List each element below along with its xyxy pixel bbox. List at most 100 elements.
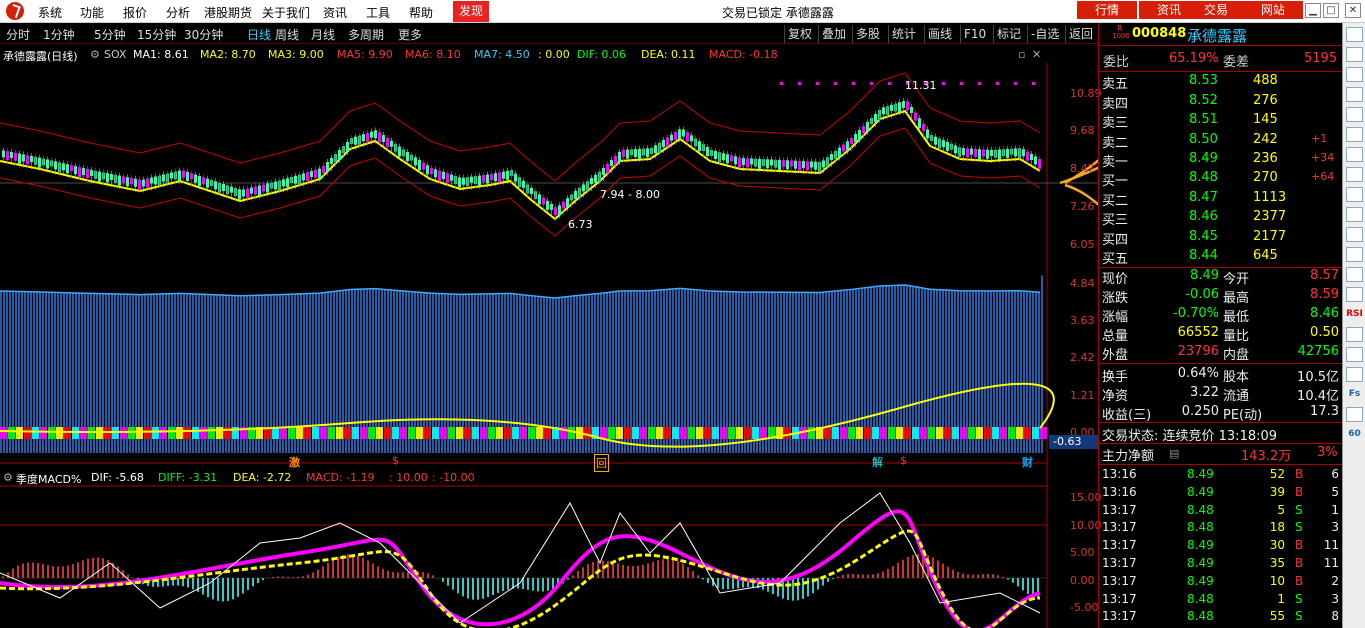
macd-bar [32, 562, 34, 578]
sidebar-tool-icon[interactable] [1346, 247, 1363, 262]
menu-discover[interactable]: 发现 [453, 1, 490, 22]
macd-bar [332, 559, 334, 578]
bid-row[interactable]: 买四 8.45 2177 [1099, 229, 1343, 248]
stat-value: 0.250 [1181, 404, 1219, 419]
tick-row[interactable]: 13:17 8.48 55 S 8 [1099, 609, 1343, 627]
ask-row[interactable]: 卖三 8.51 145 [1099, 112, 1343, 131]
sidebar-tool-icon[interactable] [1346, 207, 1363, 222]
tick-volume: 5 [1277, 502, 1285, 517]
ask-row[interactable]: 卖一 8.49 236 +34 [1099, 151, 1343, 170]
bid-row[interactable]: 买二 8.47 1113 [1099, 190, 1343, 209]
menu-hk-futures[interactable]: 港股期货 [204, 4, 252, 21]
stat-row: 换手 0.64% 股本 10.5亿 [1099, 366, 1343, 385]
sidebar-tool-icon[interactable] [1346, 227, 1363, 242]
minimize-icon[interactable]: ▁ [1305, 3, 1321, 18]
btn-website[interactable]: 网站 [1243, 1, 1303, 19]
tick-row[interactable]: 13:17 8.48 1 S 3 [1099, 592, 1343, 610]
tick-row[interactable]: 13:17 8.49 35 B 11 [1099, 556, 1343, 574]
tick-row[interactable]: 13:17 8.49 10 B 2 [1099, 574, 1343, 592]
sidebar-tool-icon[interactable]: 60 [1346, 427, 1363, 442]
ask-row[interactable]: 卖二 8.50 242 +1 [1099, 132, 1343, 151]
sub-ind-a: : 10.00 [389, 471, 428, 484]
kline-chart[interactable] [0, 23, 1098, 628]
macd-bar [692, 571, 694, 578]
ask-volume: 488 [1253, 73, 1278, 88]
signal-dot [978, 82, 981, 85]
bid-row[interactable]: 买一 8.48 270 +64 [1099, 170, 1343, 189]
menu-function[interactable]: 功能 [80, 4, 104, 21]
sidebar-tool-icon[interactable] [1346, 407, 1363, 422]
bid-row[interactable]: 买五 8.44 645 [1099, 248, 1343, 267]
macd-bar [957, 571, 959, 578]
btn-market[interactable]: 行情 [1077, 1, 1137, 19]
menu-tools[interactable]: 工具 [366, 4, 390, 21]
macd-bar [407, 571, 409, 578]
sub-ind-dea: DEA: -2.72 [233, 471, 292, 484]
sidebar-tool-icon[interactable] [1346, 47, 1363, 62]
tick-count: 5 [1331, 484, 1339, 499]
macd-bar [427, 573, 429, 578]
macd-bar [22, 563, 24, 578]
marker-dollar[interactable]: $ [392, 454, 399, 467]
tick-row[interactable]: 13:17 8.48 5 S 1 [1099, 503, 1343, 521]
macd-bar [442, 578, 444, 582]
menu-info[interactable]: 资讯 [323, 4, 347, 21]
macd-bar [367, 560, 369, 578]
tick-row[interactable]: 13:16 8.49 52 B 6 [1099, 467, 1343, 485]
bid-label: 买五 [1102, 252, 1129, 267]
sidebar-tool-icon[interactable] [1346, 347, 1363, 362]
tick-row[interactable]: 13:17 8.48 18 S 3 [1099, 520, 1343, 538]
r-badge-sub: 1000 [1112, 32, 1130, 40]
maximize-icon[interactable]: □ [1323, 3, 1339, 18]
tick-side: S [1295, 520, 1303, 535]
signal-strip [176, 427, 183, 439]
stat-label: 收益(三) [1102, 408, 1152, 423]
sidebar-tool-icon[interactable] [1346, 267, 1363, 282]
sidebar-tool-icon[interactable] [1346, 187, 1363, 202]
sidebar-tool-icon[interactable]: Fs [1346, 387, 1363, 402]
macd-bar [547, 578, 549, 591]
close-icon[interactable]: ✕ [1345, 3, 1361, 18]
menu-analysis[interactable]: 分析 [166, 4, 190, 21]
signal-strip [192, 427, 199, 439]
tick-side: B [1295, 538, 1304, 553]
sub-ind-dif: DIF: -5.68 [91, 471, 144, 484]
signal-strip [704, 427, 711, 439]
btn-trade[interactable]: 交易 [1186, 1, 1246, 19]
sidebar-tool-icon[interactable] [1346, 167, 1363, 182]
tick-row[interactable]: 13:16 8.49 39 B 5 [1099, 485, 1343, 503]
menu-about[interactable]: 关于我们 [262, 4, 310, 21]
sidebar-tool-icon[interactable] [1346, 367, 1363, 382]
sidebar-tool-icon[interactable] [1346, 87, 1363, 102]
sidebar-tool-icon[interactable]: RSI [1346, 307, 1363, 322]
sidebar-tool-icon[interactable] [1346, 27, 1363, 42]
sidebar-tool-icon[interactable] [1346, 127, 1363, 142]
sidebar-tool-icon[interactable] [1346, 147, 1363, 162]
macd-bar [27, 562, 29, 578]
signal-strip [864, 427, 871, 439]
ask-row[interactable]: 卖四 8.52 276 [1099, 93, 1343, 112]
bid-row[interactable]: 买三 8.46 2377 [1099, 209, 1343, 228]
signal-dot [996, 82, 999, 85]
sidebar-tool-icon[interactable] [1346, 327, 1363, 342]
signal-strip [728, 427, 735, 439]
signal-strip [736, 427, 743, 439]
ask-row[interactable]: 卖五 8.53 488 [1099, 73, 1343, 92]
sidebar-tool-icon[interactable] [1346, 107, 1363, 122]
stock-name: 承德露露 [1187, 27, 1248, 45]
menu-quote[interactable]: 报价 [123, 4, 147, 21]
sub-settings-icon[interactable]: ⚙ [3, 471, 13, 484]
menu-system[interactable]: 系统 [38, 4, 62, 21]
marker-dollar-2[interactable]: $ [900, 454, 907, 467]
signal-strip [616, 427, 623, 439]
chart-panel[interactable]: 分时 1分钟 5分钟 15分钟 30分钟 日线 周线 月线 多周期 更多 复权 … [0, 23, 1102, 628]
sidebar-tool-icon[interactable] [1346, 67, 1363, 82]
macd-bar [867, 574, 869, 578]
tick-volume: 30 [1269, 538, 1285, 553]
menu-help[interactable]: 帮助 [409, 4, 433, 21]
tick-row[interactable]: 13:17 8.49 30 B 11 [1099, 538, 1343, 556]
detail-icon[interactable]: ▤ [1169, 447, 1179, 460]
low-price-label: 6.73 [568, 218, 593, 231]
macd-bar [402, 572, 404, 578]
sidebar-tool-icon[interactable] [1346, 287, 1363, 302]
